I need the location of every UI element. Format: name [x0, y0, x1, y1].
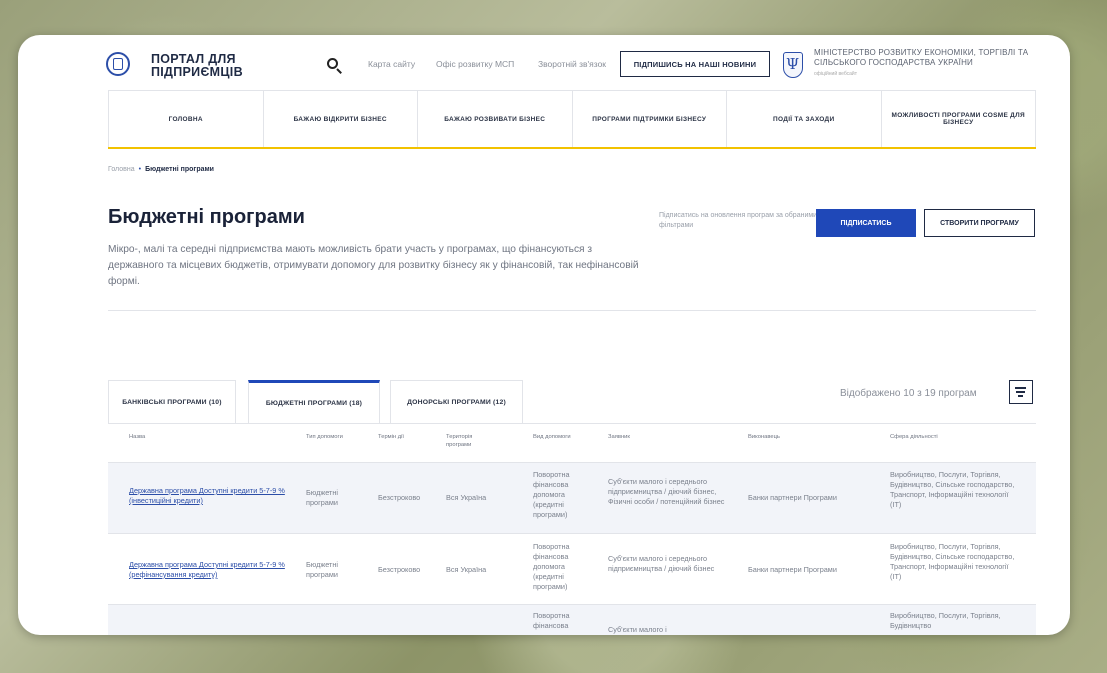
- nav-events[interactable]: ПОДІЇ ТА ЗАХОДИ: [726, 91, 881, 147]
- section-divider: [108, 310, 1036, 311]
- program-link[interactable]: Державна програма Доступні кредити 5-7-9…: [129, 560, 289, 580]
- th-sphere[interactable]: Сфера діяльності: [890, 433, 938, 441]
- cell-kind: Поворотна фінансова: [533, 611, 570, 630]
- tab-donor-programs[interactable]: ДОНОРСЬКІ ПРОГРАМИ (12): [390, 380, 523, 423]
- cell-territory: Вся Україна: [446, 493, 487, 502]
- top-header: ПОРТАЛ ДЛЯ ПІДПРИЄМЦІВ Карта сайту Офіс …: [18, 35, 1070, 90]
- cell-executor: Банки партнери Програми: [748, 565, 837, 574]
- program-link[interactable]: Державна програма Доступні кредити 5-7-9…: [129, 486, 289, 506]
- create-program-button[interactable]: СТВОРИТИ ПРОГРАМУ: [924, 209, 1035, 237]
- filter-line: [1016, 391, 1025, 393]
- tab-budget-programs[interactable]: БЮДЖЕТНІ ПРОГРАМИ (18): [248, 380, 380, 423]
- breadcrumb-separator: •: [138, 166, 142, 173]
- ministry-name[interactable]: МІНІСТЕРСТВО РОЗВИТКУ ЕКОНОМІКИ, ТОРГІВЛ…: [814, 48, 1034, 68]
- cell-type: Бюджетні програми: [306, 488, 339, 507]
- filter-line: [1018, 395, 1023, 397]
- nav-cosme[interactable]: МОЖЛИВОСТІ ПРОГРАМИ COSME ДЛЯ БІЗНЕСУ: [880, 91, 1036, 147]
- portal-title[interactable]: ПОРТАЛ ДЛЯ ПІДПРИЄМЦІВ: [151, 53, 261, 79]
- nav-home[interactable]: ГОЛОВНА: [108, 91, 263, 147]
- th-type[interactable]: Тип допомоги: [306, 433, 346, 441]
- table-row[interactable]: Поворотна фінансова Суб'єкти малого і Ви…: [108, 605, 1036, 635]
- cell-kind: Поворотна фінансова допомога (кредитні п…: [533, 470, 570, 519]
- breadcrumb-home[interactable]: Головна: [108, 166, 135, 173]
- th-term[interactable]: Термін дії: [378, 433, 404, 441]
- table-header: Назва Тип допомоги Термін дії Територія …: [108, 423, 1036, 463]
- page-description: Мікро-, малі та середні підприємства маю…: [108, 244, 639, 287]
- nav-open-business[interactable]: БАЖАЮ ВІДКРИТИ БІЗНЕС: [262, 91, 418, 147]
- subscribe-news-button[interactable]: ПІДПИШИСЬ НА НАШІ НОВИНИ: [620, 51, 770, 77]
- cell-type: Бюджетні програми: [306, 560, 339, 579]
- cell-applicant: Суб'єкти малого і середнього підприємниц…: [608, 554, 715, 573]
- subscribe-hint: Підписатись на оновлення програм за обра…: [659, 212, 818, 229]
- ministry-subtitle: офіційний вебсайт: [814, 71, 858, 77]
- main-nav: ГОЛОВНА БАЖАЮ ВІДКРИТИ БІЗНЕС БАЖАЮ РОЗВ…: [108, 90, 1036, 149]
- cell-kind: Поворотна фінансова допомога (кредитні п…: [533, 542, 570, 591]
- search-icon[interactable]: [327, 58, 338, 69]
- th-executor[interactable]: Виконавець: [748, 433, 780, 441]
- cell-term: Безстроково: [378, 493, 421, 502]
- page-title: Бюджетні програми: [108, 206, 305, 228]
- nav-support-programs[interactable]: ПРОГРАМИ ПІДТРИМКИ БІЗНЕСУ: [571, 91, 727, 147]
- link-sme-office[interactable]: Офіс розвитку МСП: [436, 59, 514, 69]
- filter-icon[interactable]: [1009, 380, 1033, 404]
- table-row[interactable]: Державна програма Доступні кредити 5-7-9…: [108, 463, 1036, 534]
- subscribe-button[interactable]: ПІДПИСАТИСЬ: [816, 209, 916, 237]
- cell-term: Безстроково: [378, 565, 421, 574]
- browser-frame: ПОРТАЛ ДЛЯ ПІДПРИЄМЦІВ Карта сайту Офіс …: [18, 35, 1070, 635]
- cell-sphere: Виробництво, Послуги, Торгівля, Будівниц…: [890, 542, 1015, 581]
- cell-executor: Банки партнери Програми: [748, 493, 837, 502]
- th-territory[interactable]: Територія програми: [446, 433, 496, 449]
- programs-table: Назва Тип допомоги Термін дії Територія …: [108, 423, 1036, 635]
- link-feedback[interactable]: Зворотній зв'язок: [538, 59, 606, 69]
- portal-logo-icon[interactable]: [106, 52, 130, 76]
- cell-applicant: Суб'єкти малого і: [608, 625, 667, 634]
- table-row[interactable]: Державна програма Доступні кредити 5-7-9…: [108, 534, 1036, 605]
- th-name[interactable]: Назва: [129, 433, 145, 441]
- cell-sphere: Виробництво, Послуги, Торгівля, Будівниц…: [890, 611, 1001, 630]
- th-kind[interactable]: Вид допомоги: [533, 433, 571, 441]
- breadcrumb: Головна • Бюджетні програми: [108, 166, 214, 173]
- cell-territory: Вся Україна: [446, 565, 487, 574]
- th-applicant[interactable]: Заявник: [608, 433, 630, 441]
- filter-line: [1015, 387, 1026, 389]
- coat-of-arms-icon: [783, 52, 803, 78]
- breadcrumb-current: Бюджетні програми: [145, 166, 214, 173]
- link-sitemap[interactable]: Карта сайту: [368, 59, 415, 69]
- cell-sphere: Виробництво, Послуги, Торгівля, Будівниц…: [890, 470, 1015, 509]
- cell-applicant: Суб'єкти малого і середнього підприємниц…: [608, 477, 725, 506]
- results-count: Відображено 10 з 19 програм: [840, 388, 977, 399]
- tab-bank-programs[interactable]: БАНКІВСЬКІ ПРОГРАМИ (10): [108, 380, 236, 423]
- nav-grow-business[interactable]: БАЖАЮ РОЗВИВАТИ БІЗНЕС: [417, 91, 572, 147]
